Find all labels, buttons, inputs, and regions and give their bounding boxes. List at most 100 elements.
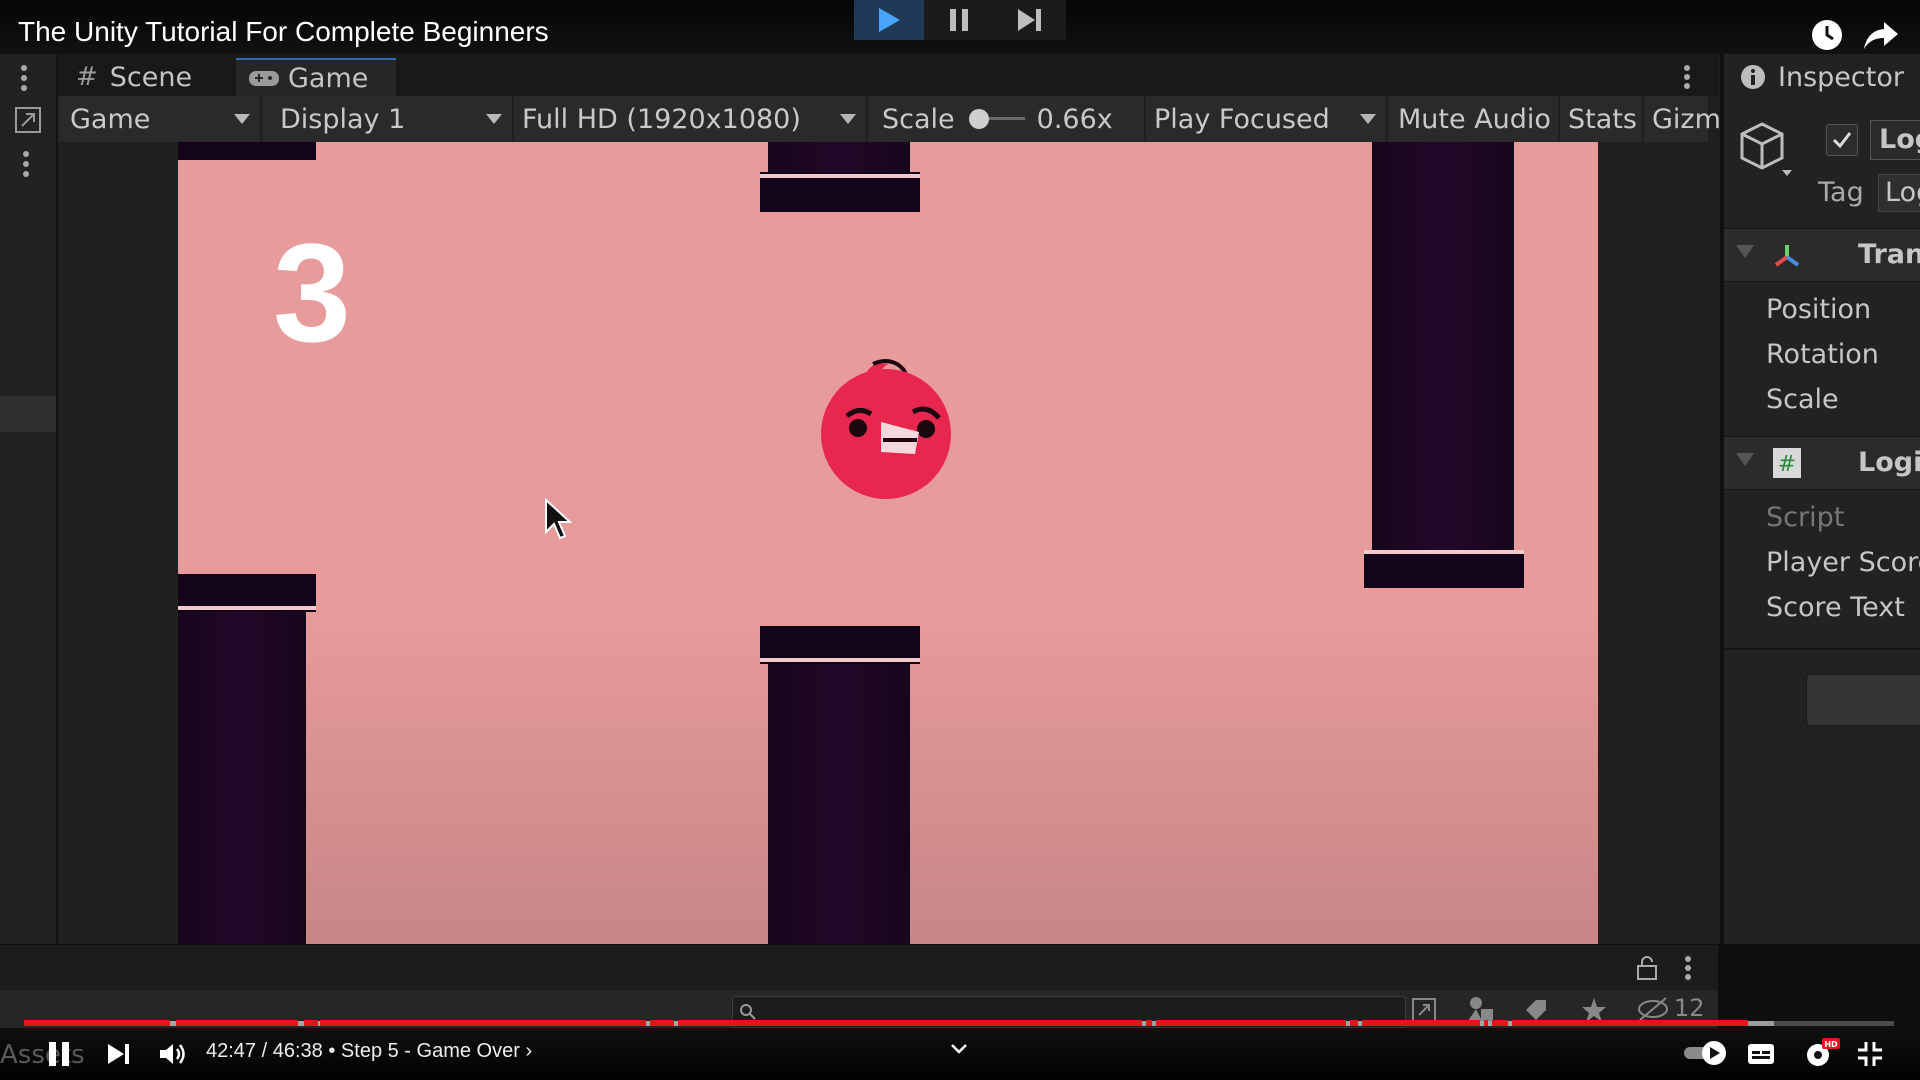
checkbox-icon bbox=[1832, 132, 1852, 149]
chapter-segment[interactable] bbox=[1156, 1020, 1346, 1026]
chapter-segment[interactable] bbox=[1512, 1020, 1748, 1026]
tab-game[interactable]: Game bbox=[236, 58, 396, 96]
chapter-chevron-icon[interactable]: › bbox=[525, 1040, 532, 1062]
chapter-segment[interactable] bbox=[678, 1020, 1142, 1026]
chapter-segment[interactable] bbox=[650, 1020, 674, 1026]
logic-script-component-header[interactable]: # Logic bbox=[1724, 436, 1920, 490]
scale-label: Scale bbox=[882, 103, 955, 135]
inspector-panel: Inspector Log Tag Log Trans Position Rot… bbox=[1722, 54, 1920, 944]
hidden-eye-icon[interactable] bbox=[1636, 996, 1670, 1022]
tag-value: Log bbox=[1885, 177, 1920, 208]
pipe-top-cap bbox=[178, 142, 316, 160]
active-checkbox[interactable] bbox=[1826, 124, 1858, 156]
score-text-label[interactable]: Score Text bbox=[1766, 592, 1905, 623]
chevron-down-icon bbox=[1360, 114, 1376, 124]
pause-icon bbox=[950, 9, 968, 31]
chapter-segment[interactable] bbox=[1350, 1020, 1358, 1026]
play-button[interactable] bbox=[854, 0, 924, 40]
object-name-field[interactable]: Log bbox=[1870, 120, 1920, 160]
pause-button[interactable] bbox=[924, 0, 994, 40]
volume-icon[interactable] bbox=[158, 1040, 188, 1068]
mute-audio-label: Mute Audio bbox=[1398, 103, 1551, 135]
selected-row[interactable] bbox=[0, 396, 56, 432]
resolution-dropdown[interactable]: Full HD (1920x1080) bbox=[514, 96, 868, 142]
pipe-bottom bbox=[178, 612, 306, 944]
add-component-button[interactable] bbox=[1806, 674, 1920, 726]
settings-icon[interactable]: HD bbox=[1802, 1036, 1842, 1070]
chapter-segment[interactable] bbox=[1146, 1020, 1152, 1026]
transform-axes-icon bbox=[1774, 245, 1800, 267]
time-display: 42:47 / 46:38 bbox=[206, 1040, 323, 1062]
inspector-title[interactable]: Inspector bbox=[1778, 62, 1904, 93]
subtitles-icon[interactable] bbox=[1746, 1042, 1776, 1066]
slider-thumb[interactable] bbox=[968, 109, 989, 129]
logic-script-title: Logic bbox=[1858, 447, 1920, 478]
mute-audio-button[interactable]: Mute Audio bbox=[1390, 96, 1560, 142]
tab-scene-label: Scene bbox=[109, 61, 193, 93]
game-view[interactable]: 3 bbox=[178, 142, 1598, 944]
script-hash-icon: # bbox=[1773, 448, 1801, 478]
player-score-label[interactable]: Player Score bbox=[1766, 547, 1920, 578]
pipe-top-cap bbox=[1364, 550, 1524, 588]
kebab-icon[interactable] bbox=[20, 64, 28, 92]
object-name-value: Log bbox=[1879, 124, 1920, 155]
chapter-title[interactable]: Step 5 - Game Over bbox=[341, 1040, 520, 1062]
kebab-icon[interactable] bbox=[1684, 955, 1692, 981]
exit-fullscreen-icon[interactable] bbox=[1856, 1040, 1884, 1068]
svg-text:HD: HD bbox=[1824, 1040, 1838, 1049]
chapter-segment[interactable] bbox=[1484, 1020, 1488, 1026]
chapter-segment[interactable] bbox=[24, 1020, 170, 1026]
view-mode-dropdown[interactable]: Game bbox=[62, 96, 262, 142]
foldout-arrow-icon[interactable] bbox=[1736, 245, 1754, 258]
pipe-top bbox=[768, 142, 910, 172]
chevron-down-icon[interactable] bbox=[950, 1042, 968, 1056]
pipe-top bbox=[1372, 142, 1514, 550]
kebab-icon[interactable] bbox=[1683, 64, 1691, 90]
pause-icon[interactable] bbox=[46, 1040, 72, 1068]
chapter-segment[interactable] bbox=[1492, 1020, 1508, 1026]
tab-scene[interactable]: # Scene bbox=[76, 58, 236, 96]
step-button[interactable] bbox=[994, 0, 1064, 40]
chevron-down-icon bbox=[840, 114, 856, 124]
hidden-count: 12 bbox=[1674, 994, 1705, 1022]
display-dropdown[interactable]: Display 1 bbox=[272, 96, 514, 142]
game-view-toolbar: Game Display 1 Full HD (1920x1080) Scale… bbox=[58, 96, 1751, 143]
editor-tab-bar: # Scene Game bbox=[58, 54, 1718, 96]
autoplay-toggle-icon[interactable] bbox=[1682, 1038, 1728, 1068]
chevron-down-icon bbox=[486, 114, 502, 124]
view-mode-value: Game bbox=[70, 103, 151, 135]
watch-later-icon[interactable] bbox=[1810, 18, 1844, 52]
foldout-arrow-icon[interactable] bbox=[1736, 453, 1754, 466]
score-text: 3 bbox=[273, 214, 351, 371]
chevron-down-icon bbox=[234, 114, 250, 124]
play-icon bbox=[879, 8, 900, 32]
next-icon[interactable] bbox=[106, 1042, 132, 1066]
video-title[interactable]: The Unity Tutorial For Complete Beginner… bbox=[18, 16, 549, 48]
lock-icon[interactable] bbox=[1636, 955, 1658, 981]
chapter-segment[interactable] bbox=[1362, 1020, 1480, 1026]
tab-game-label: Game bbox=[288, 62, 369, 94]
tag-dropdown[interactable]: Log bbox=[1878, 174, 1920, 212]
display-value: Display 1 bbox=[280, 103, 406, 135]
kebab-icon[interactable] bbox=[22, 150, 30, 178]
grid-icon: # bbox=[76, 62, 98, 92]
chapter-segment[interactable] bbox=[320, 1020, 646, 1026]
stats-button[interactable]: Stats bbox=[1560, 96, 1644, 142]
scale-slider[interactable] bbox=[968, 109, 1025, 129]
transform-title: Trans bbox=[1858, 239, 1920, 270]
position-label[interactable]: Position bbox=[1766, 294, 1871, 325]
share-icon[interactable] bbox=[1862, 18, 1900, 52]
info-icon bbox=[1741, 65, 1765, 89]
maximize-icon[interactable] bbox=[12, 104, 44, 136]
scale-value: 0.66x bbox=[1036, 103, 1113, 135]
cube-icon bbox=[1740, 122, 1792, 176]
chapter-segment[interactable] bbox=[304, 1020, 318, 1026]
transform-component-header[interactable]: Trans bbox=[1724, 228, 1920, 282]
play-mode-dropdown[interactable]: Play Focused bbox=[1146, 96, 1388, 142]
editor-left-panel bbox=[0, 54, 57, 944]
rotation-label[interactable]: Rotation bbox=[1766, 339, 1879, 370]
scale-label[interactable]: Scale bbox=[1766, 384, 1839, 415]
chapter-segment[interactable] bbox=[176, 1020, 298, 1026]
resolution-value: Full HD (1920x1080) bbox=[522, 103, 801, 135]
script-field-label: Script bbox=[1766, 502, 1845, 533]
